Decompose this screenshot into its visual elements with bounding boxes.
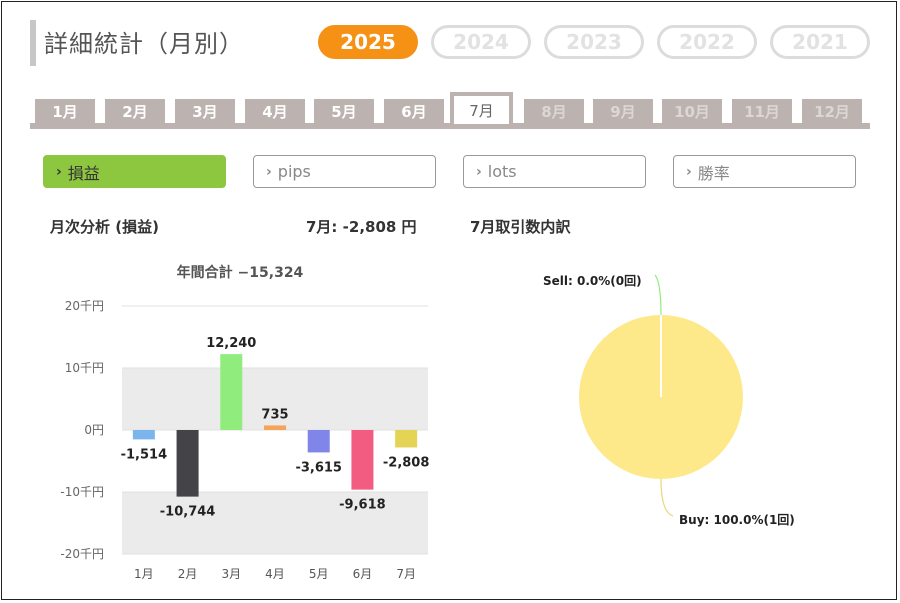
bar-4月 <box>264 425 286 430</box>
y-tick-label: 10千円 <box>65 361 104 375</box>
y-tick-label: 20千円 <box>65 299 104 313</box>
buy-connector <box>660 478 674 517</box>
pie-label-buy: Buy: 100.0%(1回) <box>679 513 795 527</box>
bar-3月 <box>220 354 243 430</box>
bar-7月 <box>395 430 418 448</box>
x-tick-label: 7月 <box>396 567 416 581</box>
charts-canvas: 20千円 10千円 0円 -10千円 -20千円 年間合計 −15,324 -1,514 1月… <box>60 264 795 581</box>
bar-2月 <box>176 430 199 497</box>
data-label: -9,618 <box>339 498 386 513</box>
bar-1月 <box>132 430 155 440</box>
data-label: -3,615 <box>295 460 342 475</box>
bar-6月 <box>351 430 374 490</box>
x-tick-label: 3月 <box>221 567 241 581</box>
data-label: -2,808 <box>383 455 430 470</box>
data-label: 735 <box>261 407 288 422</box>
y-tick-label: -20千円 <box>60 547 104 561</box>
data-label: -10,744 <box>160 505 216 520</box>
bar-5月 <box>307 430 330 453</box>
sell-connector <box>654 274 662 316</box>
y-tick-label: -10千円 <box>60 485 104 499</box>
x-tick-label: 6月 <box>353 567 373 581</box>
x-tick-label: 5月 <box>309 567 329 581</box>
data-label: -1,514 <box>121 447 168 462</box>
data-label: 12,240 <box>206 336 256 351</box>
x-tick-label: 1月 <box>134 567 154 581</box>
bar-chart-title: 年間合計 −15,324 <box>177 264 304 281</box>
x-tick-label: 2月 <box>178 567 198 581</box>
x-tick-label: 4月 <box>265 567 285 581</box>
y-tick-label: 0円 <box>84 423 104 437</box>
pie-label-sell: Sell: 0.0%(0回) <box>543 274 642 288</box>
